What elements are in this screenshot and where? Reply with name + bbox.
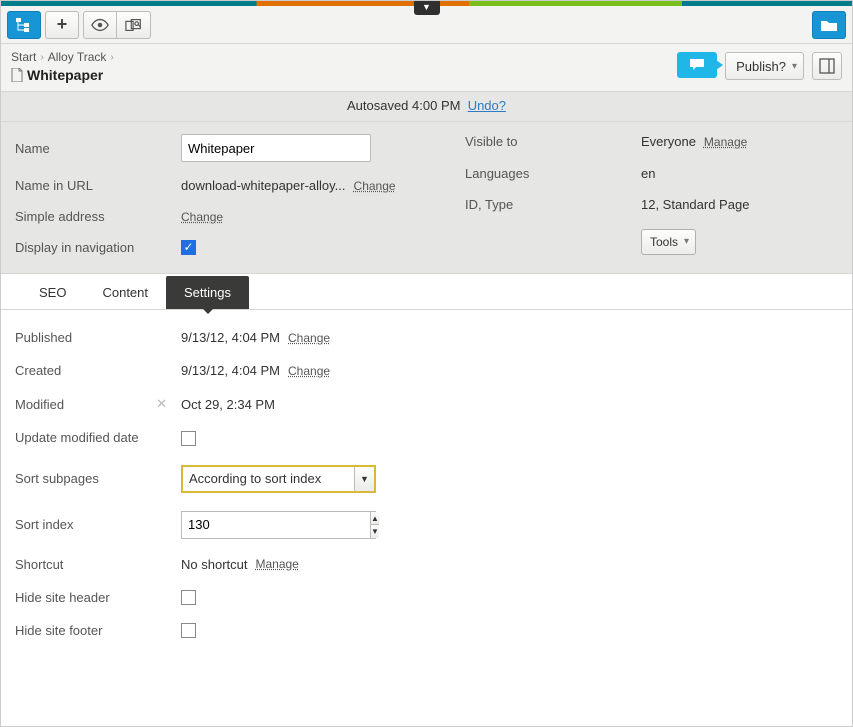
url-change-link[interactable]: Change bbox=[354, 179, 396, 193]
hidefooter-label: Hide site footer bbox=[15, 623, 175, 638]
chevron-right-icon: › bbox=[40, 52, 43, 63]
left-panel-toggle-button[interactable] bbox=[7, 11, 41, 39]
page-title: Whitepaper bbox=[27, 67, 103, 83]
compare-icon bbox=[125, 17, 143, 33]
idtype-label: ID, Type bbox=[465, 197, 635, 212]
view-mode-button[interactable] bbox=[812, 52, 842, 80]
folder-icon bbox=[820, 17, 838, 33]
idtype-value: 12, Standard Page bbox=[641, 197, 749, 212]
modified-label: Modified bbox=[15, 397, 64, 412]
visible-value: Everyone bbox=[641, 134, 696, 149]
sortidx-label: Sort index bbox=[15, 517, 175, 532]
tools-dropdown[interactable]: Tools ▾ bbox=[641, 229, 696, 255]
breadcrumb-item[interactable]: Start bbox=[11, 50, 36, 64]
settings-form: Published 9/13/12, 4:04 PM Change Create… bbox=[1, 310, 852, 658]
shortcut-manage-link[interactable]: Manage bbox=[255, 557, 298, 571]
properties-panel: Name Name in URL download-whitepaper-all… bbox=[1, 122, 852, 274]
published-label: Published bbox=[15, 330, 175, 345]
chevron-down-icon: ▾ bbox=[684, 236, 689, 247]
url-value: download-whitepaper-alloy... bbox=[181, 178, 346, 193]
undo-link[interactable]: Undo? bbox=[468, 98, 506, 113]
pin-icon: ✕ bbox=[156, 396, 167, 412]
tree-icon bbox=[15, 17, 33, 33]
file-icon bbox=[11, 68, 23, 82]
plus-icon: + bbox=[57, 14, 68, 35]
right-panel-toggle-button[interactable] bbox=[812, 11, 846, 39]
breadcrumb-item[interactable]: Alloy Track bbox=[48, 50, 107, 64]
tab-settings[interactable]: Settings bbox=[166, 276, 249, 309]
url-label: Name in URL bbox=[15, 178, 175, 193]
simple-change-link[interactable]: Change bbox=[181, 210, 223, 224]
top-accent-bar: ▼ bbox=[1, 1, 852, 6]
name-input[interactable] bbox=[181, 134, 371, 162]
name-label: Name bbox=[15, 141, 175, 156]
chevron-down-icon[interactable]: ▼ bbox=[354, 467, 374, 491]
sortidx-input[interactable] bbox=[182, 512, 370, 538]
tools-label: Tools bbox=[650, 235, 678, 249]
created-label: Created bbox=[15, 363, 175, 378]
breadcrumb: Start › Alloy Track › Whitepaper bbox=[11, 50, 114, 83]
simple-address-label: Simple address bbox=[15, 209, 175, 224]
hideheader-label: Hide site header bbox=[15, 590, 175, 605]
visible-label: Visible to bbox=[465, 134, 635, 149]
preview-button[interactable] bbox=[83, 11, 117, 39]
update-modified-checkbox[interactable] bbox=[181, 431, 196, 446]
update-modified-label: Update modified date bbox=[15, 430, 175, 447]
chevron-right-icon: › bbox=[110, 52, 113, 63]
languages-label: Languages bbox=[465, 166, 635, 181]
chevron-down-icon: ▾ bbox=[792, 61, 797, 72]
comments-button[interactable] bbox=[677, 52, 717, 78]
sortsub-value: According to sort index bbox=[183, 471, 354, 486]
modified-value: Oct 29, 2:34 PM bbox=[181, 397, 275, 412]
published-change-link[interactable]: Change bbox=[288, 331, 330, 345]
layout-icon bbox=[819, 58, 835, 74]
publish-button[interactable]: Publish? ▾ bbox=[725, 52, 804, 80]
published-value: 9/13/12, 4:04 PM bbox=[181, 330, 280, 345]
compare-button[interactable] bbox=[117, 11, 151, 39]
tab-content[interactable]: Content bbox=[84, 276, 166, 309]
hidefooter-checkbox[interactable] bbox=[181, 623, 196, 638]
spinner-down-icon[interactable]: ▼ bbox=[371, 525, 379, 538]
add-button[interactable]: + bbox=[45, 11, 79, 39]
panel-toggle-down-icon[interactable]: ▼ bbox=[414, 1, 440, 15]
display-nav-checkbox[interactable] bbox=[181, 240, 196, 255]
publish-label: Publish? bbox=[736, 59, 786, 74]
eye-icon bbox=[91, 17, 109, 33]
sortsub-select[interactable]: According to sort index ▼ bbox=[181, 465, 376, 493]
sortsub-label: Sort subpages bbox=[15, 471, 175, 486]
created-change-link[interactable]: Change bbox=[288, 364, 330, 378]
sortidx-spinner[interactable]: ▲ ▼ bbox=[181, 511, 376, 539]
spinner-up-icon[interactable]: ▲ bbox=[371, 512, 379, 526]
autosave-text: Autosaved 4:00 PM bbox=[347, 98, 460, 113]
speech-bubble-icon bbox=[689, 58, 705, 72]
tab-bar: SEO Content Settings bbox=[1, 274, 852, 310]
hideheader-checkbox[interactable] bbox=[181, 590, 196, 605]
display-nav-label: Display in navigation bbox=[15, 240, 175, 255]
autosave-bar: Autosaved 4:00 PM Undo? bbox=[1, 92, 852, 122]
shortcut-value: No shortcut bbox=[181, 557, 247, 572]
created-value: 9/13/12, 4:04 PM bbox=[181, 363, 280, 378]
visible-manage-link[interactable]: Manage bbox=[704, 135, 747, 149]
tab-seo[interactable]: SEO bbox=[21, 276, 84, 309]
shortcut-label: Shortcut bbox=[15, 557, 175, 572]
languages-value: en bbox=[641, 166, 655, 181]
page-header: Start › Alloy Track › Whitepaper Publish… bbox=[1, 44, 852, 92]
